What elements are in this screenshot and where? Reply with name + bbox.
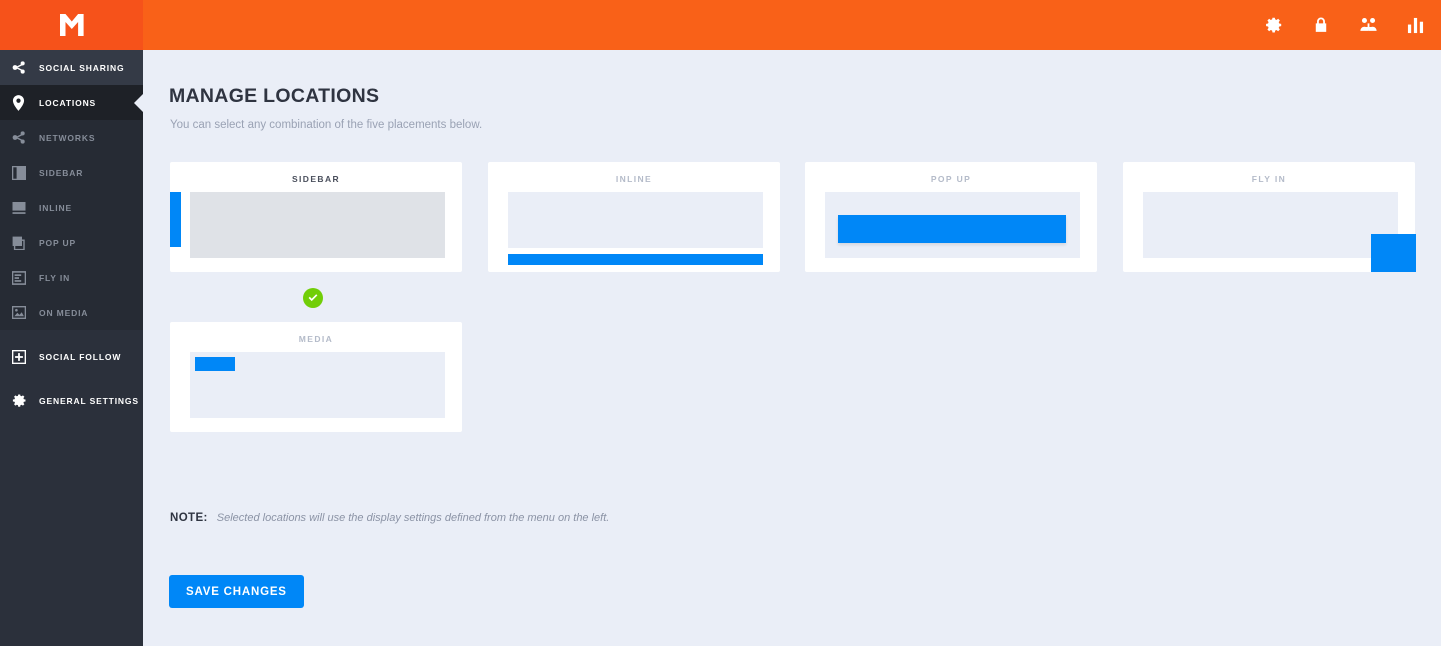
page-title: MANAGE LOCATIONS (169, 85, 380, 107)
placement-preview-body (190, 192, 445, 258)
users-icon[interactable] (1358, 15, 1378, 35)
sidebar-item-inline[interactable]: INLINE (0, 190, 143, 225)
sidebar-divider (0, 374, 143, 383)
placement-preview-accent (195, 357, 235, 371)
placement-preview-accent (508, 254, 763, 265)
plus-box-icon (12, 348, 32, 366)
sidebar-item-label: FLY IN (39, 272, 71, 283)
sidebar-item-pop-up[interactable]: POP UP (0, 225, 143, 260)
status-badge (303, 288, 323, 308)
sidebar-item-sidebar[interactable]: SIDEBAR (0, 155, 143, 190)
flyin-layout-icon (12, 269, 32, 287)
placement-preview-body (508, 192, 763, 248)
placement-cards-row: SIDEBAR INLINE POP UP FLY IN (170, 162, 1420, 308)
sidebar-divider (0, 330, 143, 339)
placement-card-sidebar[interactable]: SIDEBAR (170, 162, 462, 272)
sidebar-item-label: INLINE (39, 202, 72, 213)
sidebar-item-label: POP UP (39, 237, 77, 248)
placement-preview-accent (1371, 234, 1416, 272)
sidebar-item-fly-in[interactable]: FLY IN (0, 260, 143, 295)
placement-card-label: FLY IN (1251, 174, 1287, 184)
sidebar-item-social-sharing[interactable]: SOCIAL SHARING (0, 50, 143, 85)
sidebar-nav: SOCIAL SHARING LOCATIONS NETWORKS SIDEBA… (0, 50, 143, 646)
page-subtitle: You can select any combination of the fi… (170, 119, 483, 131)
placement-card-media[interactable]: MEDIA (170, 322, 462, 432)
placement-card-inline[interactable]: INLINE (488, 162, 780, 272)
note-text: Selected locations will use the display … (216, 512, 610, 524)
top-bar (0, 0, 1441, 50)
chart-icon[interactable] (1405, 15, 1425, 35)
sidebar-item-label: SOCIAL FOLLOW (39, 351, 122, 362)
note-row: NOTE: Selected locations will use the di… (170, 512, 609, 524)
gear-icon (12, 392, 32, 410)
sidebar-item-label: GENERAL SETTINGS (39, 395, 139, 406)
main-content: MANAGE LOCATIONS You can select any comb… (143, 50, 1441, 646)
sidebar-item-social-follow[interactable]: SOCIAL FOLLOW (0, 339, 143, 374)
save-changes-button[interactable]: SAVE CHANGES (169, 575, 304, 608)
placement-preview-body (1143, 192, 1398, 258)
placement-card-label: POP UP (930, 174, 972, 184)
placement-card-label: SIDEBAR (291, 174, 341, 184)
sidebar-item-label: NETWORKS (39, 132, 96, 143)
placement-card-label: MEDIA (298, 334, 334, 344)
placement-preview-accent (170, 192, 181, 247)
media-image-icon (12, 304, 32, 322)
logo-m-icon (59, 14, 84, 36)
placement-card-label: INLINE (615, 174, 653, 184)
check-icon (308, 294, 318, 302)
placement-card-fly-in[interactable]: FLY IN (1123, 162, 1416, 272)
sidebar-item-label: ON MEDIA (39, 307, 89, 318)
sidebar-item-label: SIDEBAR (39, 167, 84, 178)
top-bar-spacer (143, 0, 1264, 50)
sidebar-item-networks[interactable]: NETWORKS (0, 120, 143, 155)
sidebar-item-general-settings[interactable]: GENERAL SETTINGS (0, 383, 143, 418)
lock-icon[interactable] (1311, 15, 1331, 35)
app-root: SOCIAL SHARING LOCATIONS NETWORKS SIDEBA… (0, 0, 1441, 646)
share-icon (12, 59, 32, 77)
placement-card-pop-up[interactable]: POP UP (805, 162, 1097, 272)
top-bar-actions (1264, 0, 1441, 50)
note-label: NOTE: (170, 512, 208, 524)
sidebar-layout-icon (12, 164, 32, 182)
sidebar-item-label: SOCIAL SHARING (39, 62, 125, 73)
share-icon (12, 129, 32, 147)
sidebar-item-label: LOCATIONS (39, 97, 97, 108)
sidebar-item-on-media[interactable]: ON MEDIA (0, 295, 143, 330)
app-logo[interactable] (0, 0, 143, 50)
gear-icon[interactable] (1264, 15, 1284, 35)
popup-layout-icon (12, 234, 32, 252)
placement-preview-accent (838, 215, 1066, 243)
sidebar-item-locations[interactable]: LOCATIONS (0, 85, 143, 120)
map-pin-icon (12, 94, 32, 112)
inline-layout-icon (12, 199, 32, 217)
